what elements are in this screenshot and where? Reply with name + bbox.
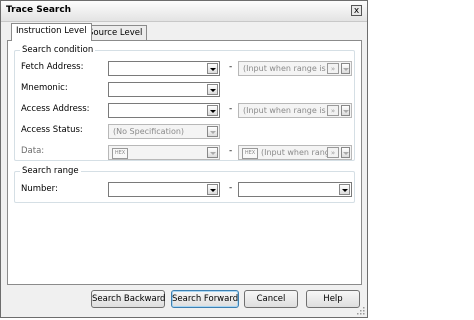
- range-dash: -: [229, 104, 233, 114]
- title-bar[interactable]: Trace Search x: [1, 1, 367, 22]
- fetch-address-range-combo[interactable]: (Input when range is s »: [238, 61, 352, 76]
- access-address-label: Access Address:: [21, 104, 90, 114]
- mnemonic-combo[interactable]: [108, 82, 220, 97]
- range-dash: -: [229, 62, 233, 72]
- range-dash: -: [229, 183, 233, 193]
- mnemonic-label: Mnemonic:: [21, 83, 68, 93]
- search-backward-button[interactable]: Search Backward: [91, 290, 165, 308]
- range-dash: -: [229, 146, 233, 156]
- close-icon[interactable]: x: [351, 5, 362, 16]
- search-range-legend: Search range: [20, 166, 81, 176]
- fetch-address-range-placeholder: (Input when range is s: [243, 64, 327, 73]
- dialog-title: Trace Search: [6, 5, 72, 15]
- chevron-down-icon[interactable]: [207, 105, 218, 116]
- access-address-range-combo[interactable]: (Input when range is s »: [238, 103, 352, 118]
- number-label: Number:: [21, 184, 58, 194]
- access-status-label: Access Status:: [21, 125, 83, 135]
- tab-instruction-level[interactable]: Instruction Level: [11, 23, 92, 41]
- chevron-down-icon[interactable]: [339, 184, 350, 195]
- range-expand-icon[interactable]: »: [327, 105, 339, 116]
- chevron-down-icon[interactable]: [207, 184, 218, 195]
- chevron-down-icon[interactable]: [207, 63, 218, 74]
- hex-icon[interactable]: HEX: [242, 148, 258, 159]
- access-address-range-placeholder: (Input when range is s: [243, 106, 327, 115]
- chevron-down-icon[interactable]: [207, 126, 218, 137]
- data-label: Data:: [21, 146, 45, 156]
- chevron-down-icon[interactable]: [341, 105, 350, 116]
- data-range-combo[interactable]: HEX (Input when range »: [238, 145, 352, 160]
- fetch-address-combo[interactable]: [108, 61, 220, 76]
- chevron-down-icon[interactable]: [207, 84, 218, 95]
- resize-grip-icon[interactable]: [357, 307, 365, 315]
- trace-search-dialog: Trace Search x Instruction Level Source …: [0, 0, 368, 318]
- search-range-group: Search range Number: -: [14, 166, 355, 203]
- search-condition-group: Search condition Fetch Address: - (Input…: [14, 45, 355, 161]
- range-expand-icon[interactable]: »: [327, 63, 339, 74]
- number-to-combo[interactable]: [238, 182, 352, 197]
- fetch-address-label: Fetch Address:: [21, 62, 84, 72]
- number-from-combo[interactable]: [108, 182, 220, 197]
- access-status-value: (No Specification): [113, 127, 185, 136]
- chevron-down-icon[interactable]: [341, 63, 350, 74]
- search-forward-button[interactable]: Search Forward: [171, 290, 239, 308]
- access-status-combo[interactable]: (No Specification): [108, 124, 220, 139]
- data-range-placeholder: (Input when range: [261, 148, 327, 157]
- chevron-down-icon[interactable]: [207, 147, 218, 158]
- range-expand-icon[interactable]: »: [327, 147, 339, 158]
- tab-panel: Search condition Fetch Address: - (Input…: [7, 40, 362, 285]
- cancel-button[interactable]: Cancel: [244, 290, 298, 308]
- search-condition-legend: Search condition: [20, 45, 96, 55]
- chevron-down-icon[interactable]: [341, 147, 350, 158]
- hex-icon[interactable]: HEX: [112, 148, 128, 159]
- data-combo[interactable]: HEX: [108, 145, 220, 160]
- access-address-combo[interactable]: [108, 103, 220, 118]
- help-button[interactable]: Help: [306, 290, 360, 308]
